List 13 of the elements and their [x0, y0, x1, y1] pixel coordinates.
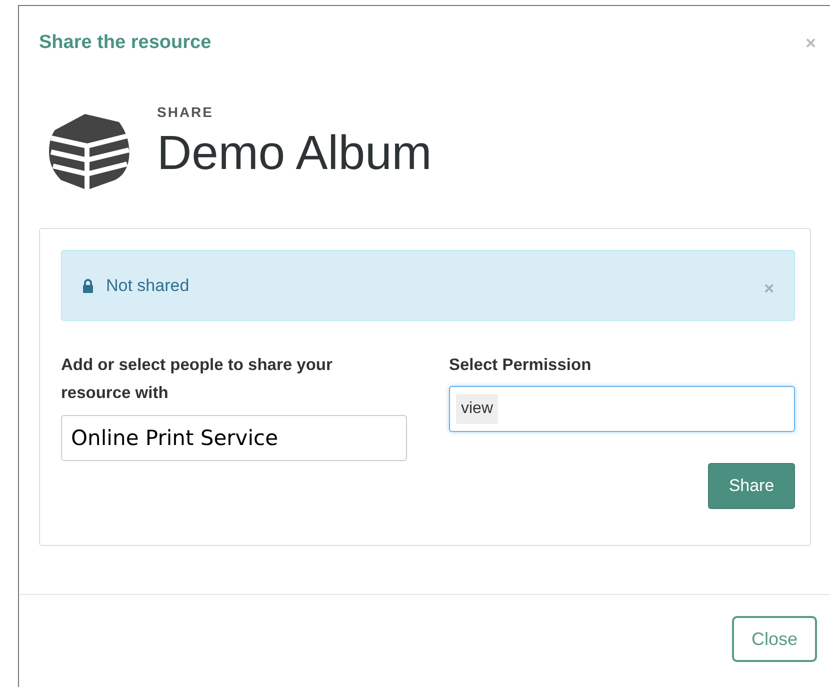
people-field[interactable]: Online Print Service — [61, 415, 407, 461]
lock-icon — [82, 278, 94, 292]
status-text: Not shared — [106, 276, 190, 296]
close-button[interactable]: Close — [732, 616, 817, 662]
dialog-title: Share the resource — [39, 32, 212, 54]
share-label: SHARE — [157, 104, 215, 120]
permission-tag[interactable]: view — [456, 394, 498, 424]
resource-name: Demo Album — [157, 126, 432, 181]
field-label: Select Permission — [449, 355, 592, 376]
close-button[interactable]: × — [805, 32, 816, 54]
permission-field[interactable]: view — [449, 386, 795, 432]
share-button[interactable]: Share — [708, 463, 795, 509]
field-label: Add or select people to share your resource with — [61, 355, 334, 404]
